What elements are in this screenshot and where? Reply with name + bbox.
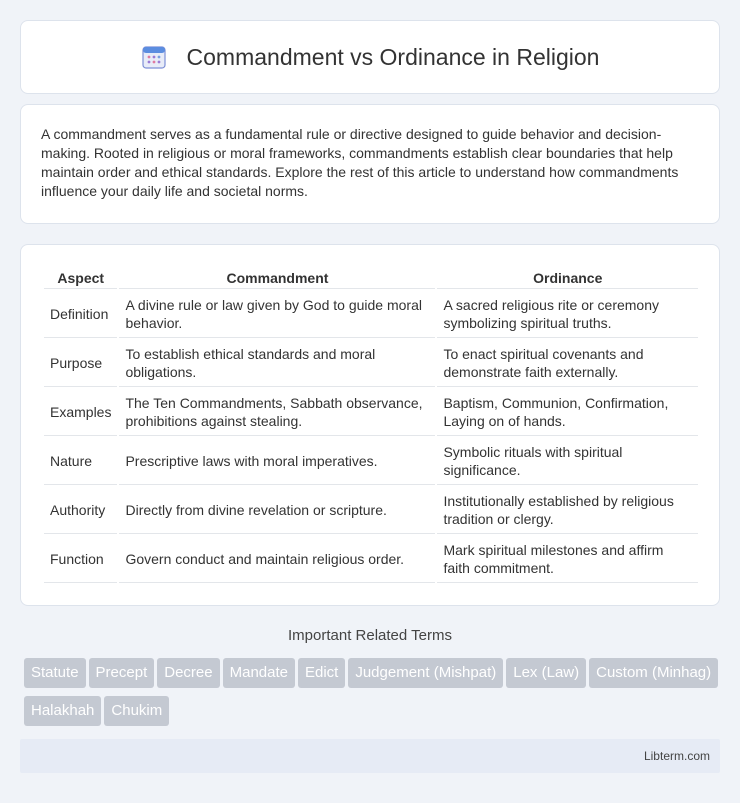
aspect-cell: Examples	[44, 389, 118, 436]
table-row: Purpose To establish ethical standards a…	[44, 340, 698, 387]
header-aspect: Aspect	[44, 267, 118, 289]
table-row: Definition A divine rule or law given by…	[44, 291, 698, 338]
commandment-cell: The Ten Commandments, Sabbath observance…	[119, 389, 436, 436]
table-header-row: Aspect Commandment Ordinance	[44, 267, 698, 289]
related-tag[interactable]: Edict	[297, 658, 346, 688]
header-card: Commandment vs Ordinance in Religion	[20, 20, 720, 94]
related-tag[interactable]: Statute	[24, 658, 86, 688]
ordinance-cell: Mark spiritual milestones and affirm fai…	[437, 536, 698, 583]
ordinance-cell: Symbolic rituals with spiritual signific…	[437, 438, 698, 485]
related-tag[interactable]: Chukim	[104, 696, 170, 726]
related-tag[interactable]: Judgement (Mishpat)	[348, 658, 504, 688]
table-row: Authority Directly from divine revelatio…	[44, 487, 698, 534]
footer-site-link[interactable]: Libterm.com	[644, 749, 710, 763]
related-terms-title: Important Related Terms	[288, 627, 452, 644]
aspect-cell: Function	[44, 536, 118, 583]
comparison-table: Aspect Commandment Ordinance Definition …	[42, 265, 700, 585]
related-tag[interactable]: Halakhah	[24, 696, 102, 726]
table-row: Function Govern conduct and maintain rel…	[44, 536, 698, 583]
intro-card: A commandment serves as a fundamental ru…	[20, 104, 720, 224]
ordinance-cell: Baptism, Communion, Confirmation, Laying…	[437, 389, 698, 436]
ordinance-cell: To enact spiritual covenants and demonst…	[437, 340, 698, 387]
calendar-icon	[141, 46, 166, 69]
footer: Libterm.com	[20, 739, 720, 773]
commandment-cell: A divine rule or law given by God to gui…	[119, 291, 436, 338]
table-row: Nature Prescriptive laws with moral impe…	[44, 438, 698, 485]
aspect-cell: Definition	[44, 291, 118, 338]
commandment-cell: To establish ethical standards and moral…	[119, 340, 436, 387]
aspect-cell: Authority	[44, 487, 118, 534]
commandment-cell: Govern conduct and maintain religious or…	[119, 536, 436, 583]
commandment-cell: Directly from divine revelation or scrip…	[119, 487, 436, 534]
aspect-cell: Nature	[44, 438, 118, 485]
ordinance-cell: A sacred religious rite or ceremony symb…	[437, 291, 698, 338]
related-terms-list: Statute Precept Decree Mandate Edict Judgemen…	[24, 658, 724, 734]
intro-text: A commandment serves as a fundamental ru…	[41, 126, 679, 199]
aspect-cell: Purpose	[44, 340, 118, 387]
header-ordinance: Ordinance	[437, 267, 698, 289]
related-tag[interactable]: Decree	[157, 658, 220, 688]
related-tag[interactable]: Mandate	[222, 658, 295, 688]
header-commandment: Commandment	[119, 267, 436, 289]
ordinance-cell: Institutionally established by religious…	[437, 487, 698, 534]
related-tag[interactable]: Custom (Minhag)	[589, 658, 719, 688]
table-row: Examples The Ten Commandments, Sabbath o…	[44, 389, 698, 436]
related-tag[interactable]: Lex (Law)	[506, 658, 587, 688]
related-tag[interactable]: Precept	[88, 658, 155, 688]
page-title: Commandment vs Ordinance in Religion	[186, 43, 600, 70]
commandment-cell: Prescriptive laws with moral imperatives…	[119, 438, 436, 485]
comparison-table-card: Aspect Commandment Ordinance Definition …	[20, 244, 720, 606]
